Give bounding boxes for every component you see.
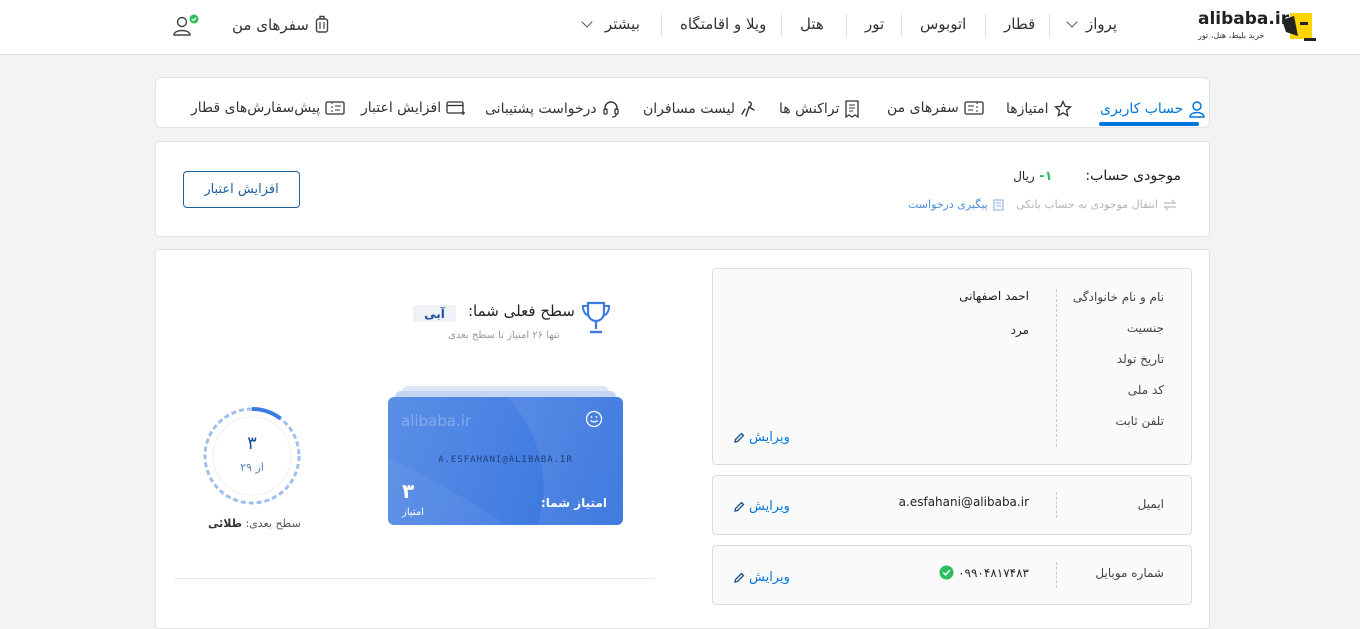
edit-personal-info-button[interactable]: ویرایش: [733, 430, 790, 445]
section-divider: [174, 578, 654, 579]
label-mobile: شماره موبایل: [1095, 566, 1164, 580]
logo-text: alibaba.ir: [1198, 9, 1290, 29]
level-progress-ring: ۳ از ۲۹: [201, 405, 303, 507]
account-tabs: حساب کاربری امتیازها سفرهای من تراکنش ها…: [155, 77, 1210, 128]
verified-check-icon: [939, 565, 954, 580]
balance-card: موجودی حساب: ۱- ریال انتقال موجودی به حس…: [155, 141, 1210, 237]
passengers-icon: [740, 100, 756, 118]
nav-flight[interactable]: پرواز: [1066, 15, 1117, 33]
personal-info-box: نام و نام خانوادگی جنسیت تاریخ تولد کد م…: [712, 268, 1192, 465]
mobile-box: شماره موبایل ۰۹۹۰۴۸۱۷۴۸۳ ویرایش: [712, 545, 1192, 605]
pencil-icon: [733, 432, 745, 444]
card-points-value: ۳: [402, 479, 415, 503]
tab-train-preorders[interactable]: پیش‌سفارش‌های قطار: [191, 100, 345, 116]
user-account-icon[interactable]: [172, 14, 202, 38]
tab-support[interactable]: درخواست پشتیبانی: [485, 100, 620, 118]
card-points-unit: امتیاز: [402, 507, 425, 518]
top-header: alibaba.ir خرید بلیط، هتل، تور پرواز قطا…: [0, 0, 1360, 55]
pencil-icon: [733, 572, 745, 584]
points-to-next-level: تنها ۲۶ امتیاز تا سطح بعدی: [448, 330, 560, 341]
tab-account[interactable]: حساب کاربری: [1100, 100, 1206, 118]
membership-card-stack: alibaba.ir A.ESFAHANI@ALIBABA.IR امتیاز …: [388, 386, 623, 526]
nav-divider: [985, 14, 986, 36]
label-divider: [1056, 562, 1057, 588]
tab-passengers[interactable]: لیست مسافران: [643, 100, 756, 118]
train-ticket-icon: [325, 100, 345, 116]
card-email: A.ESFAHANI@ALIBABA.IR: [438, 455, 573, 465]
label-email: ایمیل: [1137, 497, 1164, 511]
active-tab-indicator: [1099, 122, 1199, 126]
profile-main-card: نام و نام خانوادگی جنسیت تاریخ تولد کد م…: [155, 249, 1210, 629]
label-birth-date: تاریخ تولد: [1116, 352, 1164, 366]
nav-bus[interactable]: اتوبوس: [920, 15, 966, 33]
smiley-icon: [585, 410, 603, 428]
transfer-to-bank-link: انتقال موجودی به حساب بانکی: [1016, 198, 1177, 211]
headset-icon: [602, 100, 620, 118]
logo-mark-icon: [1280, 10, 1316, 42]
value-email: a.esfahani@alibaba.ir: [898, 495, 1029, 509]
logo-subtitle: خرید بلیط، هتل، تور: [1198, 31, 1265, 40]
balance-amount: ۱-: [1039, 169, 1053, 184]
user-icon: [1188, 100, 1206, 118]
balance-currency: ریال: [1013, 169, 1035, 183]
nav-tour[interactable]: تور: [865, 15, 884, 33]
nav-divider: [846, 14, 847, 36]
balance-row: موجودی حساب: ۱- ریال: [1013, 168, 1181, 184]
membership-card[interactable]: alibaba.ir A.ESFAHANI@ALIBABA.IR امتیاز …: [388, 397, 623, 525]
star-icon: [1053, 100, 1072, 118]
nav-divider: [1049, 14, 1050, 36]
alibaba-logo[interactable]: alibaba.ir خرید بلیط، هتل، تور: [1198, 8, 1318, 46]
tab-my-trips[interactable]: سفرهای من: [887, 100, 984, 116]
value-full-name: احمد اصفهانی: [959, 289, 1029, 303]
label-divider: [1056, 289, 1057, 447]
tab-points[interactable]: امتیازها: [1006, 100, 1072, 118]
label-divider: [1056, 492, 1057, 518]
swap-icon: [1163, 199, 1177, 211]
my-trips-link[interactable]: سفرهای من: [232, 15, 329, 35]
document-icon: [993, 198, 1004, 211]
chevron-down-icon: [1066, 16, 1078, 28]
level-badge: آبی: [413, 305, 456, 322]
current-level-title: سطح فعلی شما:: [468, 302, 575, 320]
value-gender: مرد: [1010, 323, 1029, 337]
nav-hotel[interactable]: هتل: [800, 15, 824, 33]
value-mobile: ۰۹۹۰۴۸۱۷۴۸۳: [939, 565, 1029, 580]
receipt-icon: [844, 100, 860, 118]
nav-divider: [781, 14, 782, 36]
label-national-code: کد ملی: [1127, 383, 1164, 397]
ring-points-total: از ۲۹: [240, 461, 264, 474]
nav-more[interactable]: بیشتر: [581, 15, 640, 33]
luggage-icon: [315, 15, 329, 35]
nav-villa[interactable]: ویلا و اقامتگاه: [680, 15, 766, 33]
tab-increase-credit[interactable]: افزایش اعتبار: [361, 100, 466, 116]
nav-divider: [901, 14, 902, 36]
edit-mobile-button[interactable]: ویرایش: [733, 570, 790, 585]
track-request-link[interactable]: پیگیری درخواست: [908, 198, 1004, 211]
trophy-icon: [580, 300, 612, 336]
card-logo: alibaba.ir: [401, 412, 472, 430]
label-gender: جنسیت: [1126, 321, 1164, 335]
nav-train[interactable]: قطار: [1004, 15, 1035, 33]
credit-card-icon: [446, 100, 466, 116]
label-landline: تلفن ثابت: [1115, 414, 1164, 428]
email-box: ایمیل a.esfahani@alibaba.ir ویرایش: [712, 475, 1192, 535]
next-level-caption: سطح بعدی: طلائی: [208, 517, 301, 530]
tab-transactions[interactable]: تراکنش ها: [779, 100, 860, 118]
pencil-icon: [733, 501, 745, 513]
nav-divider: [661, 14, 662, 36]
next-level-name: طلائی: [208, 517, 242, 530]
card-points-label: امتیاز شما:: [540, 496, 607, 510]
chevron-down-icon: [581, 16, 593, 28]
label-full-name: نام و نام خانوادگی: [1072, 290, 1164, 304]
edit-email-button[interactable]: ویرایش: [733, 499, 790, 514]
ring-points-value: ۳: [247, 433, 257, 454]
balance-label: موجودی حساب:: [1085, 168, 1181, 184]
ticket-icon: [964, 100, 984, 116]
increase-credit-button[interactable]: افزایش اعتبار: [183, 171, 300, 208]
